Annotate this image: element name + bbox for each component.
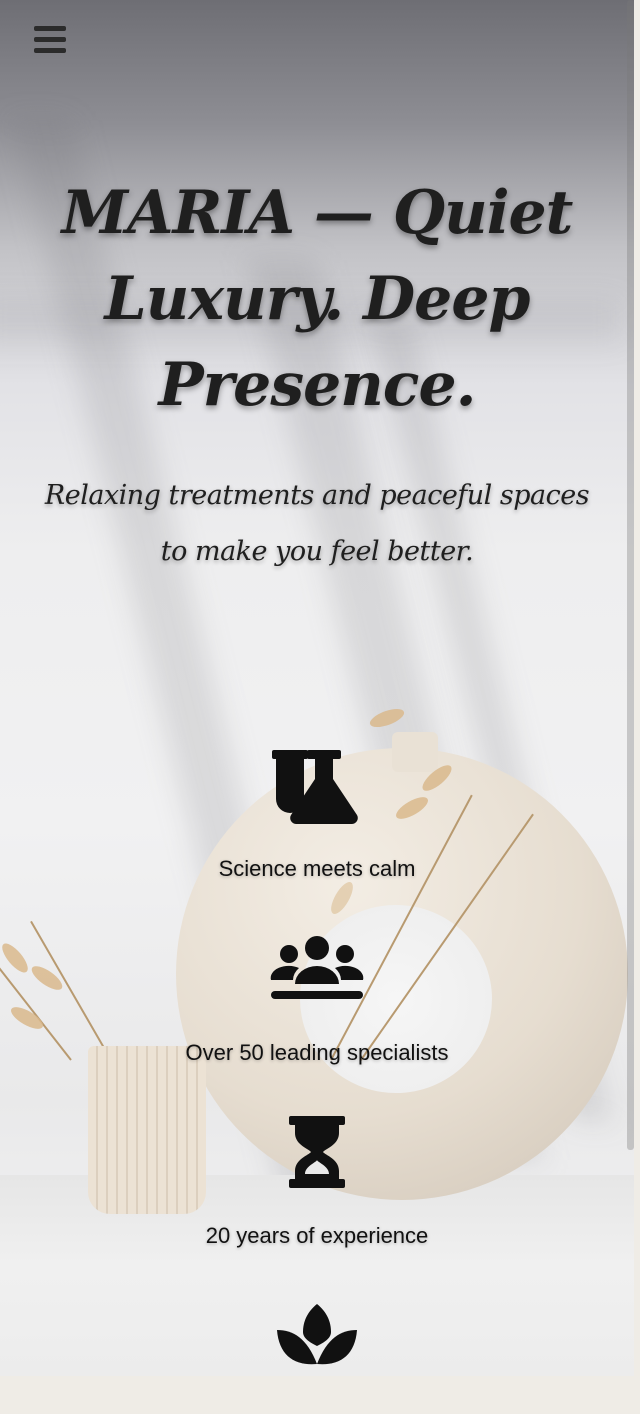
lotus-icon xyxy=(277,1304,357,1365)
users-icon xyxy=(270,936,364,999)
hamburger-menu-icon[interactable] xyxy=(34,26,66,54)
scrollbar[interactable] xyxy=(627,0,634,1150)
page-title: MARIA — Quiet Luxury. Deep Presence. xyxy=(61,178,574,420)
flask-icon xyxy=(272,750,358,824)
ribbed-vase-image xyxy=(88,1046,206,1214)
feature-label-specialists: Over 50 leading specialists xyxy=(185,1040,449,1065)
vase-neck xyxy=(392,732,438,772)
hero-subtitle: Relaxing treatments and peaceful spaces … xyxy=(44,480,590,567)
hourglass-icon xyxy=(289,1116,345,1188)
feature-label-science: Science meets calm xyxy=(218,856,416,881)
page-footer-band xyxy=(0,1376,640,1414)
feature-label-experience: 20 years of experience xyxy=(205,1223,429,1248)
